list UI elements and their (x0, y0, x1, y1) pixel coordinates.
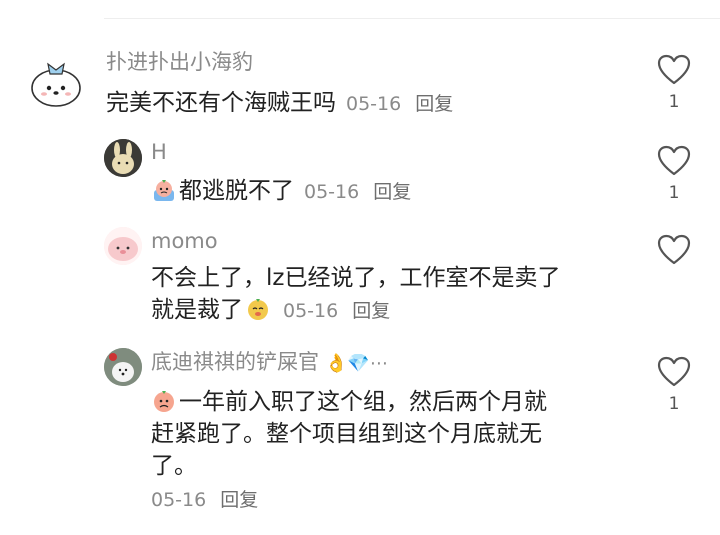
comment-body-line: 一年前入职了这个组，然后两个月就 (151, 386, 621, 418)
heart-outline-icon (657, 356, 691, 387)
comment-author[interactable]: 底迪祺祺的铲屎官 👌💎⋯ (151, 349, 388, 377)
comment-text: 一年前入职了这个组，然后两个月就 赶紧跑了。整个项目组到这个月底就无 了。 05… (151, 386, 621, 516)
dog-avatar-icon (104, 348, 142, 386)
heart-outline-icon (657, 234, 691, 265)
comment-body-line: 就是裁了 05-16 回复 (151, 294, 621, 327)
comment-date: 05-16 (346, 93, 402, 115)
comment-body-line: 赶紧跑了。整个项目组到这个月底就无 (151, 421, 542, 447)
rabbit-avatar-icon (104, 139, 142, 177)
reply-button[interactable]: 回复 (220, 489, 258, 511)
author-badges: 👌💎⋯ (325, 353, 388, 374)
comment-author[interactable]: H (151, 139, 167, 165)
top-divider (104, 18, 720, 19)
comment-body: 完美不还有个海贼王吗 (106, 90, 336, 116)
like-button[interactable]: 1 (656, 145, 692, 203)
reply-button[interactable]: 回复 (415, 93, 453, 115)
comment-body-line: 了。 (151, 453, 197, 479)
like-count: 1 (668, 394, 680, 414)
reply-button[interactable]: 回复 (373, 181, 411, 203)
smug-fruit-emoji-icon (248, 299, 268, 320)
comment-body: 就是裁了 (151, 297, 243, 323)
comment-date: 05-16 (283, 300, 339, 322)
avatar[interactable] (104, 227, 142, 265)
comment-body: 都逃脱不了 (179, 178, 294, 204)
avatar[interactable] (24, 50, 88, 114)
comment-meta: 05-16 回复 (151, 484, 621, 516)
crying-fruit-emoji-icon (154, 180, 174, 201)
comment-meta: 05-16 回复 (346, 93, 453, 115)
reply-button[interactable]: 回复 (352, 300, 390, 322)
heart-outline-icon (657, 54, 691, 85)
like-count: 1 (668, 92, 680, 112)
comment-body: 一年前入职了这个组，然后两个月就 (179, 389, 547, 415)
seal-avatar-icon (24, 50, 88, 114)
avatar[interactable] (104, 348, 142, 386)
heart-outline-icon (657, 145, 691, 176)
comment-date: 05-16 (151, 489, 207, 511)
comment-text: 都逃脱不了 05-16 回复 (151, 175, 411, 208)
upset-fruit-emoji-icon (154, 391, 174, 412)
comment-author[interactable]: 扑进扑出小海豹 (106, 49, 253, 75)
comment-text: 完美不还有个海贼王吗 05-16 回复 (106, 87, 453, 120)
comment-meta: 05-16 回复 (283, 300, 390, 322)
avatar[interactable] (104, 139, 142, 177)
comment-body-line: 不会上了，lz已经说了，工作室不是卖了 (151, 265, 561, 291)
like-count: 1 (668, 183, 680, 203)
like-button[interactable]: 1 (656, 356, 692, 414)
comment-text: 不会上了，lz已经说了，工作室不是卖了 就是裁了 05-16 回复 (151, 262, 621, 327)
like-button[interactable] (656, 234, 692, 272)
pink-blob-avatar-icon (104, 227, 142, 265)
comment-date: 05-16 (304, 181, 360, 203)
author-name: 底迪祺祺的铲屎官 (151, 350, 319, 374)
comment-meta: 05-16 回复 (304, 181, 411, 203)
like-button[interactable]: 1 (656, 54, 692, 112)
comment-author[interactable]: momo (151, 228, 218, 254)
